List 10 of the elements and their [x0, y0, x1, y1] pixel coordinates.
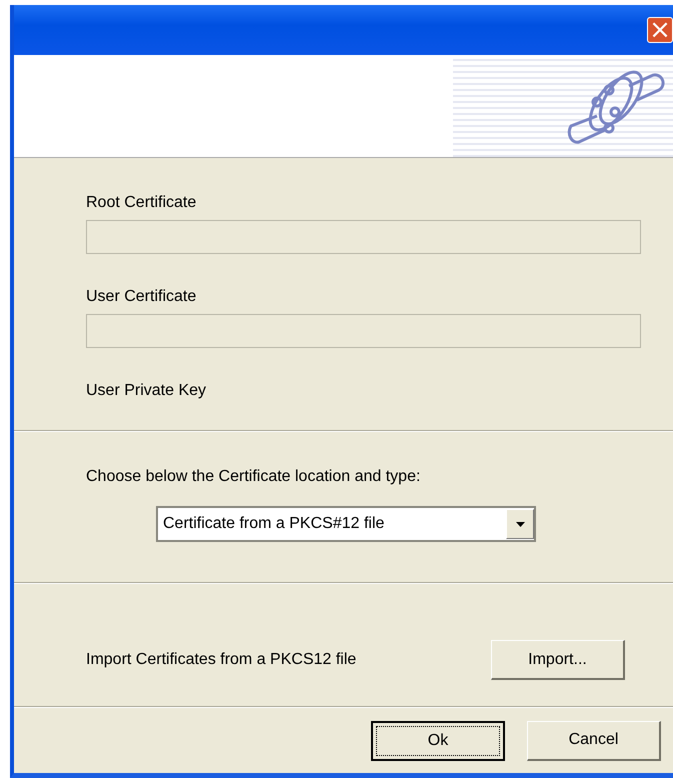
close-button[interactable]: ×: [647, 17, 673, 43]
field-label: Root Certificate: [86, 194, 198, 212]
location-prompt: Choose below the Certificate location and type:: [86, 468, 422, 486]
dialog-button[interactable]: Ok: [371, 720, 505, 760]
import-label: Import Certificates from a PKCS12 file: [86, 651, 356, 669]
import-button[interactable]: Import...: [491, 640, 625, 680]
field-label: User Certificate: [86, 288, 198, 306]
field-label: User Private Key: [86, 382, 208, 400]
dialog-button[interactable]: Cancel: [527, 720, 661, 760]
location-dropdown[interactable]: Certificate from a PKCS#12 file: [156, 506, 536, 542]
